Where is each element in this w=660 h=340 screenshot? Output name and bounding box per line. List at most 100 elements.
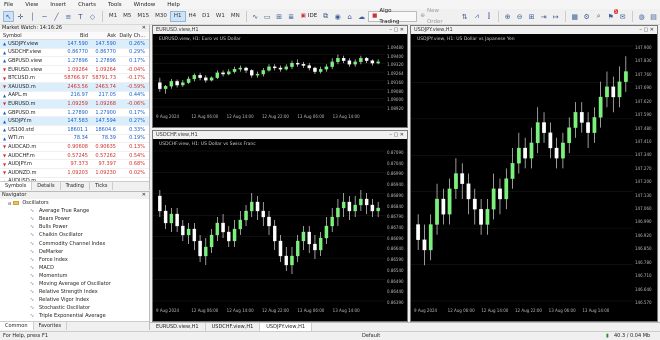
menu-help[interactable]: Help: [167, 2, 180, 8]
tf-m15[interactable]: M15: [134, 11, 152, 22]
market-watch-row[interactable]: ▼ AUDJPY.m 97.373 97.397 0.68%: [0, 160, 149, 169]
vps-icon[interactable]: ☁: [356, 11, 367, 22]
navigator-item[interactable]: ∿ Average True Range: [0, 207, 149, 215]
market-watch-row[interactable]: ▼ AUDCAD.m 0.90608 0.90635 0.13%: [0, 143, 149, 152]
chart-window-usdchf[interactable]: USDCHF.view,H1– ▢ ✕ USDCHF.view, H1: US …: [152, 130, 408, 322]
menu-file[interactable]: File: [4, 2, 13, 8]
tf-d1[interactable]: D1: [199, 11, 213, 22]
close-icon[interactable]: ✕: [142, 25, 146, 32]
indicators-icon[interactable]: ∿: [250, 11, 261, 22]
market-watch-row[interactable]: ▲ WTI.m 78.34 78.39 0.19%: [0, 135, 149, 144]
chart-tab-usdchf[interactable]: USDCHF.view,H1: [206, 323, 261, 331]
menu-charts[interactable]: Charts: [78, 2, 96, 8]
tab-favorites[interactable]: Favorites: [34, 322, 68, 330]
search-icon[interactable]: ⌕: [593, 11, 604, 22]
window-controls[interactable]: – ▢ ✕: [389, 131, 404, 139]
col-daily-change[interactable]: Daily Ch...: [116, 33, 148, 39]
candlestick-plot[interactable]: [153, 139, 385, 315]
col-symbol[interactable]: Symbol: [0, 33, 62, 39]
market-watch-row[interactable]: ▼ EURUSD.view 1.09264 1.09264 -0.04%: [0, 66, 149, 75]
market-watch-row[interactable]: ▼ BTCUSD.m 58766.97 58791.73 -0.17%: [0, 74, 149, 83]
tf-mn[interactable]: MN: [228, 11, 243, 22]
col-ask[interactable]: Ask: [88, 33, 116, 39]
navigator-item[interactable]: ∿ DeMarker: [0, 248, 149, 256]
window-controls[interactable]: – ▢ ✕: [389, 26, 404, 34]
tf-m30[interactable]: M30: [152, 11, 170, 22]
market-watch-row[interactable]: ▲ USDJPY.m 147.583 147.594 0.27%: [0, 117, 149, 126]
ide-button[interactable]: ▣ IDE: [298, 11, 321, 22]
market-watch-row[interactable]: ▼ AUDNZD.m 1.09203 1.09230 0.02%: [0, 169, 149, 178]
tab-ticks[interactable]: Ticks: [90, 182, 114, 190]
market-watch-row[interactable]: ▼ XAUUSD.m 2463.56 2463.74 -0.59%: [0, 82, 149, 92]
navigator-item[interactable]: ∿ Triple Exponential Average: [0, 312, 149, 320]
notifications-icon[interactable]: ⚑ 5: [605, 9, 619, 22]
templates-icon[interactable]: ⊞: [274, 11, 285, 22]
market-database-icon[interactable]: ▤: [648, 11, 659, 22]
navigator-item[interactable]: ∿ Stochastic Oscillator: [0, 304, 149, 312]
navigator-item[interactable]: ∿ Relative Vigor Index: [0, 296, 149, 304]
zoom-out-icon[interactable]: ⊖: [514, 11, 525, 22]
cursor-icon[interactable]: ↖: [3, 11, 14, 22]
vertical-line-icon[interactable]: │: [27, 11, 38, 22]
menu-window[interactable]: Window: [134, 2, 156, 8]
depth-icon[interactable]: ⩘: [471, 11, 482, 22]
chart-tab-eurusd[interactable]: EURUSD.view,H1: [150, 323, 206, 331]
market-watch-row[interactable]: ▲ US100.std 18601.1 18604.6 0.33%: [0, 126, 149, 135]
market-watch-row[interactable]: ▲ GBPUSD.m 1.27890 1.27900 0.17%: [0, 109, 149, 118]
navigator-item[interactable]: ∿ Relative Strength Index: [0, 288, 149, 296]
copy-icon[interactable]: ⧉: [320, 11, 331, 22]
col-bid[interactable]: Bid: [62, 33, 88, 39]
market-watch-row[interactable]: ▲ USDCHF.view 0.86770 0.86770 0.29%: [0, 49, 149, 58]
tf-m1[interactable]: M1: [106, 11, 120, 22]
text-icon[interactable]: T: [75, 11, 86, 22]
tf-w1[interactable]: W1: [213, 11, 228, 22]
tf-h1[interactable]: H1: [169, 11, 186, 22]
zoom-in-icon[interactable]: ⊕: [502, 11, 513, 22]
chart-window-eurusd[interactable]: EURUSD.view,H1– ▢ ✕ EURUSD.view, H1: Eur…: [152, 25, 408, 128]
new-order-button[interactable]: ⊕ New Order: [417, 8, 459, 25]
bid-ask-icon[interactable]: ⇅: [459, 11, 470, 22]
window-controls[interactable]: – ▢ ✕: [639, 26, 654, 34]
algo-trading-button[interactable]: ■ Algo Trading: [368, 8, 418, 25]
navigator-item[interactable]: ∿ Bears Power: [0, 215, 149, 223]
channel-icon[interactable]: ≡: [63, 11, 74, 22]
tf-h4[interactable]: H4: [186, 11, 200, 22]
market-watch-row[interactable]: ▲ AAPL.m 216.97 217.05 0.44%: [0, 92, 149, 101]
tab-trading[interactable]: Trading: [61, 182, 90, 190]
candlestick-plot[interactable]: [411, 34, 633, 315]
tab-common[interactable]: Common: [0, 322, 34, 330]
chart-shift-icon[interactable]: ↦: [550, 11, 561, 22]
navigator-item[interactable]: ∿ Bulls Power: [0, 223, 149, 231]
navigator-item[interactable]: ∿ Moving Average of Oscillator: [0, 280, 149, 288]
navigator-item[interactable]: ∿ Momentum: [0, 272, 149, 280]
menu-insert[interactable]: Insert: [50, 2, 66, 8]
navigator-item[interactable]: ∿ Chaikin Oscillator: [0, 231, 149, 239]
navigator-item[interactable]: ∿ Force Index: [0, 256, 149, 264]
menu-tools[interactable]: Tools: [108, 2, 122, 8]
horizontal-line-icon[interactable]: ─: [39, 11, 50, 22]
navigator-item[interactable]: ∿ MACD: [0, 264, 149, 272]
navigator-folder-oscillators[interactable]: ⊟ Oscillators: [0, 199, 149, 207]
navigator-item[interactable]: ∿ Commodity Channel Index: [0, 239, 149, 247]
tab-symbols[interactable]: Symbols: [0, 182, 33, 190]
menu-view[interactable]: View: [25, 2, 38, 8]
crosshair-icon[interactable]: ✛: [15, 11, 26, 22]
market-watch-row[interactable]: ▼ EURUSD.m 1.09259 1.09268 -0.06%: [0, 100, 149, 109]
chat-icon[interactable]: ✉: [617, 11, 628, 22]
market-watch-row[interactable]: ▲ USDJPY.view 147.590 147.590 0.26%: [0, 40, 149, 49]
settings-icon[interactable]: ⚙: [581, 11, 592, 22]
candlestick-plot[interactable]: [153, 34, 385, 121]
screenshot-icon[interactable]: ▦: [569, 11, 580, 22]
account-icon[interactable]: ◍: [636, 11, 647, 22]
market-icon[interactable]: ⌂: [344, 11, 355, 22]
autoscroll-icon[interactable]: ⇥: [538, 11, 549, 22]
chart-tab-usdjpy[interactable]: USDJPY.view,H1: [260, 323, 313, 331]
tab-details[interactable]: Details: [32, 182, 61, 190]
objects-icon[interactable]: ≣: [286, 11, 297, 22]
market-watch-row[interactable]: ▲ GBPUSD.view 1.27896 1.27896 0.17%: [0, 57, 149, 66]
trendline-icon[interactable]: ╱: [51, 11, 62, 22]
chart-window-usdjpy[interactable]: USDJPY.view,H1– ▢ ✕ USDJPY.view, H1: US …: [410, 25, 658, 322]
chart-type-icon[interactable]: ▭: [262, 11, 273, 22]
signals-icon[interactable]: ◉: [332, 11, 343, 22]
tf-m5[interactable]: M5: [120, 11, 134, 22]
